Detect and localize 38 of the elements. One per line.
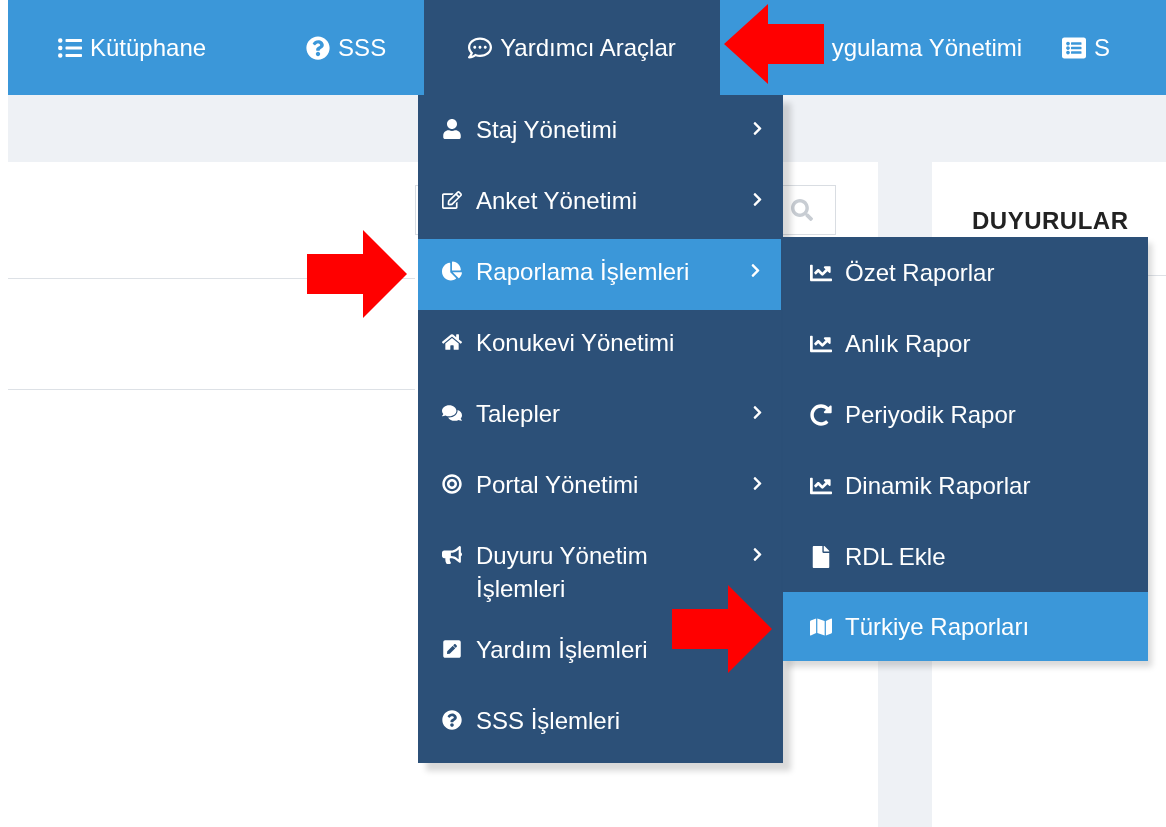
search-icon (791, 199, 813, 221)
menu-item-label: Portal Yönetimi (476, 470, 640, 500)
menu-item[interactable]: Portal Yönetimi (418, 452, 783, 523)
list-icon (58, 35, 82, 60)
menu-item-label: Yardım İşlemleri (476, 635, 649, 665)
target-icon (442, 474, 462, 494)
help-icon (306, 35, 331, 60)
menu-item-label: Konukevi Yönetimi (476, 328, 676, 358)
menu-item[interactable]: Anket Yönetimi (418, 168, 783, 239)
submenu-item[interactable]: Periyodik Rapor (783, 379, 1148, 450)
menu-item[interactable]: Konukevi Yönetimi (418, 310, 783, 381)
home-icon (442, 332, 462, 352)
edit-icon (442, 190, 462, 210)
menu-item[interactable]: Yardım İşlemleri (418, 617, 783, 688)
user-icon (442, 119, 462, 139)
menu-item[interactable]: Duyuru Yönetim İşlemleri (418, 523, 783, 617)
list-icon (1062, 35, 1087, 60)
submenu-item[interactable]: Dinamik Raporlar (783, 450, 1148, 521)
menu-item-label: Staj Yönetimi (476, 115, 618, 145)
section-title: DUYURULAR (972, 207, 1130, 235)
submenu-item[interactable]: Anlık Rapor (783, 308, 1148, 379)
menu-item-label: Raporlama İşlemleri (476, 257, 691, 287)
menu-item-label: Duyuru Yönetim İşlemleri (476, 541, 649, 604)
submenu-item[interactable]: RDL Ekle (783, 521, 1148, 592)
megaphone-icon (442, 545, 462, 565)
chat-bubble-icon (468, 35, 493, 60)
pie-chart-icon (442, 261, 462, 281)
menu-item-label: Talepler (476, 399, 562, 429)
menu-item-label: SSS İşlemleri (476, 706, 622, 736)
menu-item[interactable]: Talepler (418, 381, 783, 452)
submenu-item[interactable]: Özet Raporlar (783, 237, 1148, 308)
menu-item[interactable]: Staj Yönetimi (418, 97, 783, 168)
chat-bubbles-icon (442, 403, 462, 423)
menu-item-label: Anket Yönetimi (476, 186, 638, 216)
nav-tab[interactable]: Yardımcı Araçlar (424, 0, 720, 95)
pencil-icon (442, 639, 462, 659)
menu-item[interactable]: SSS İşlemleri (418, 688, 783, 759)
help-icon (442, 710, 462, 730)
